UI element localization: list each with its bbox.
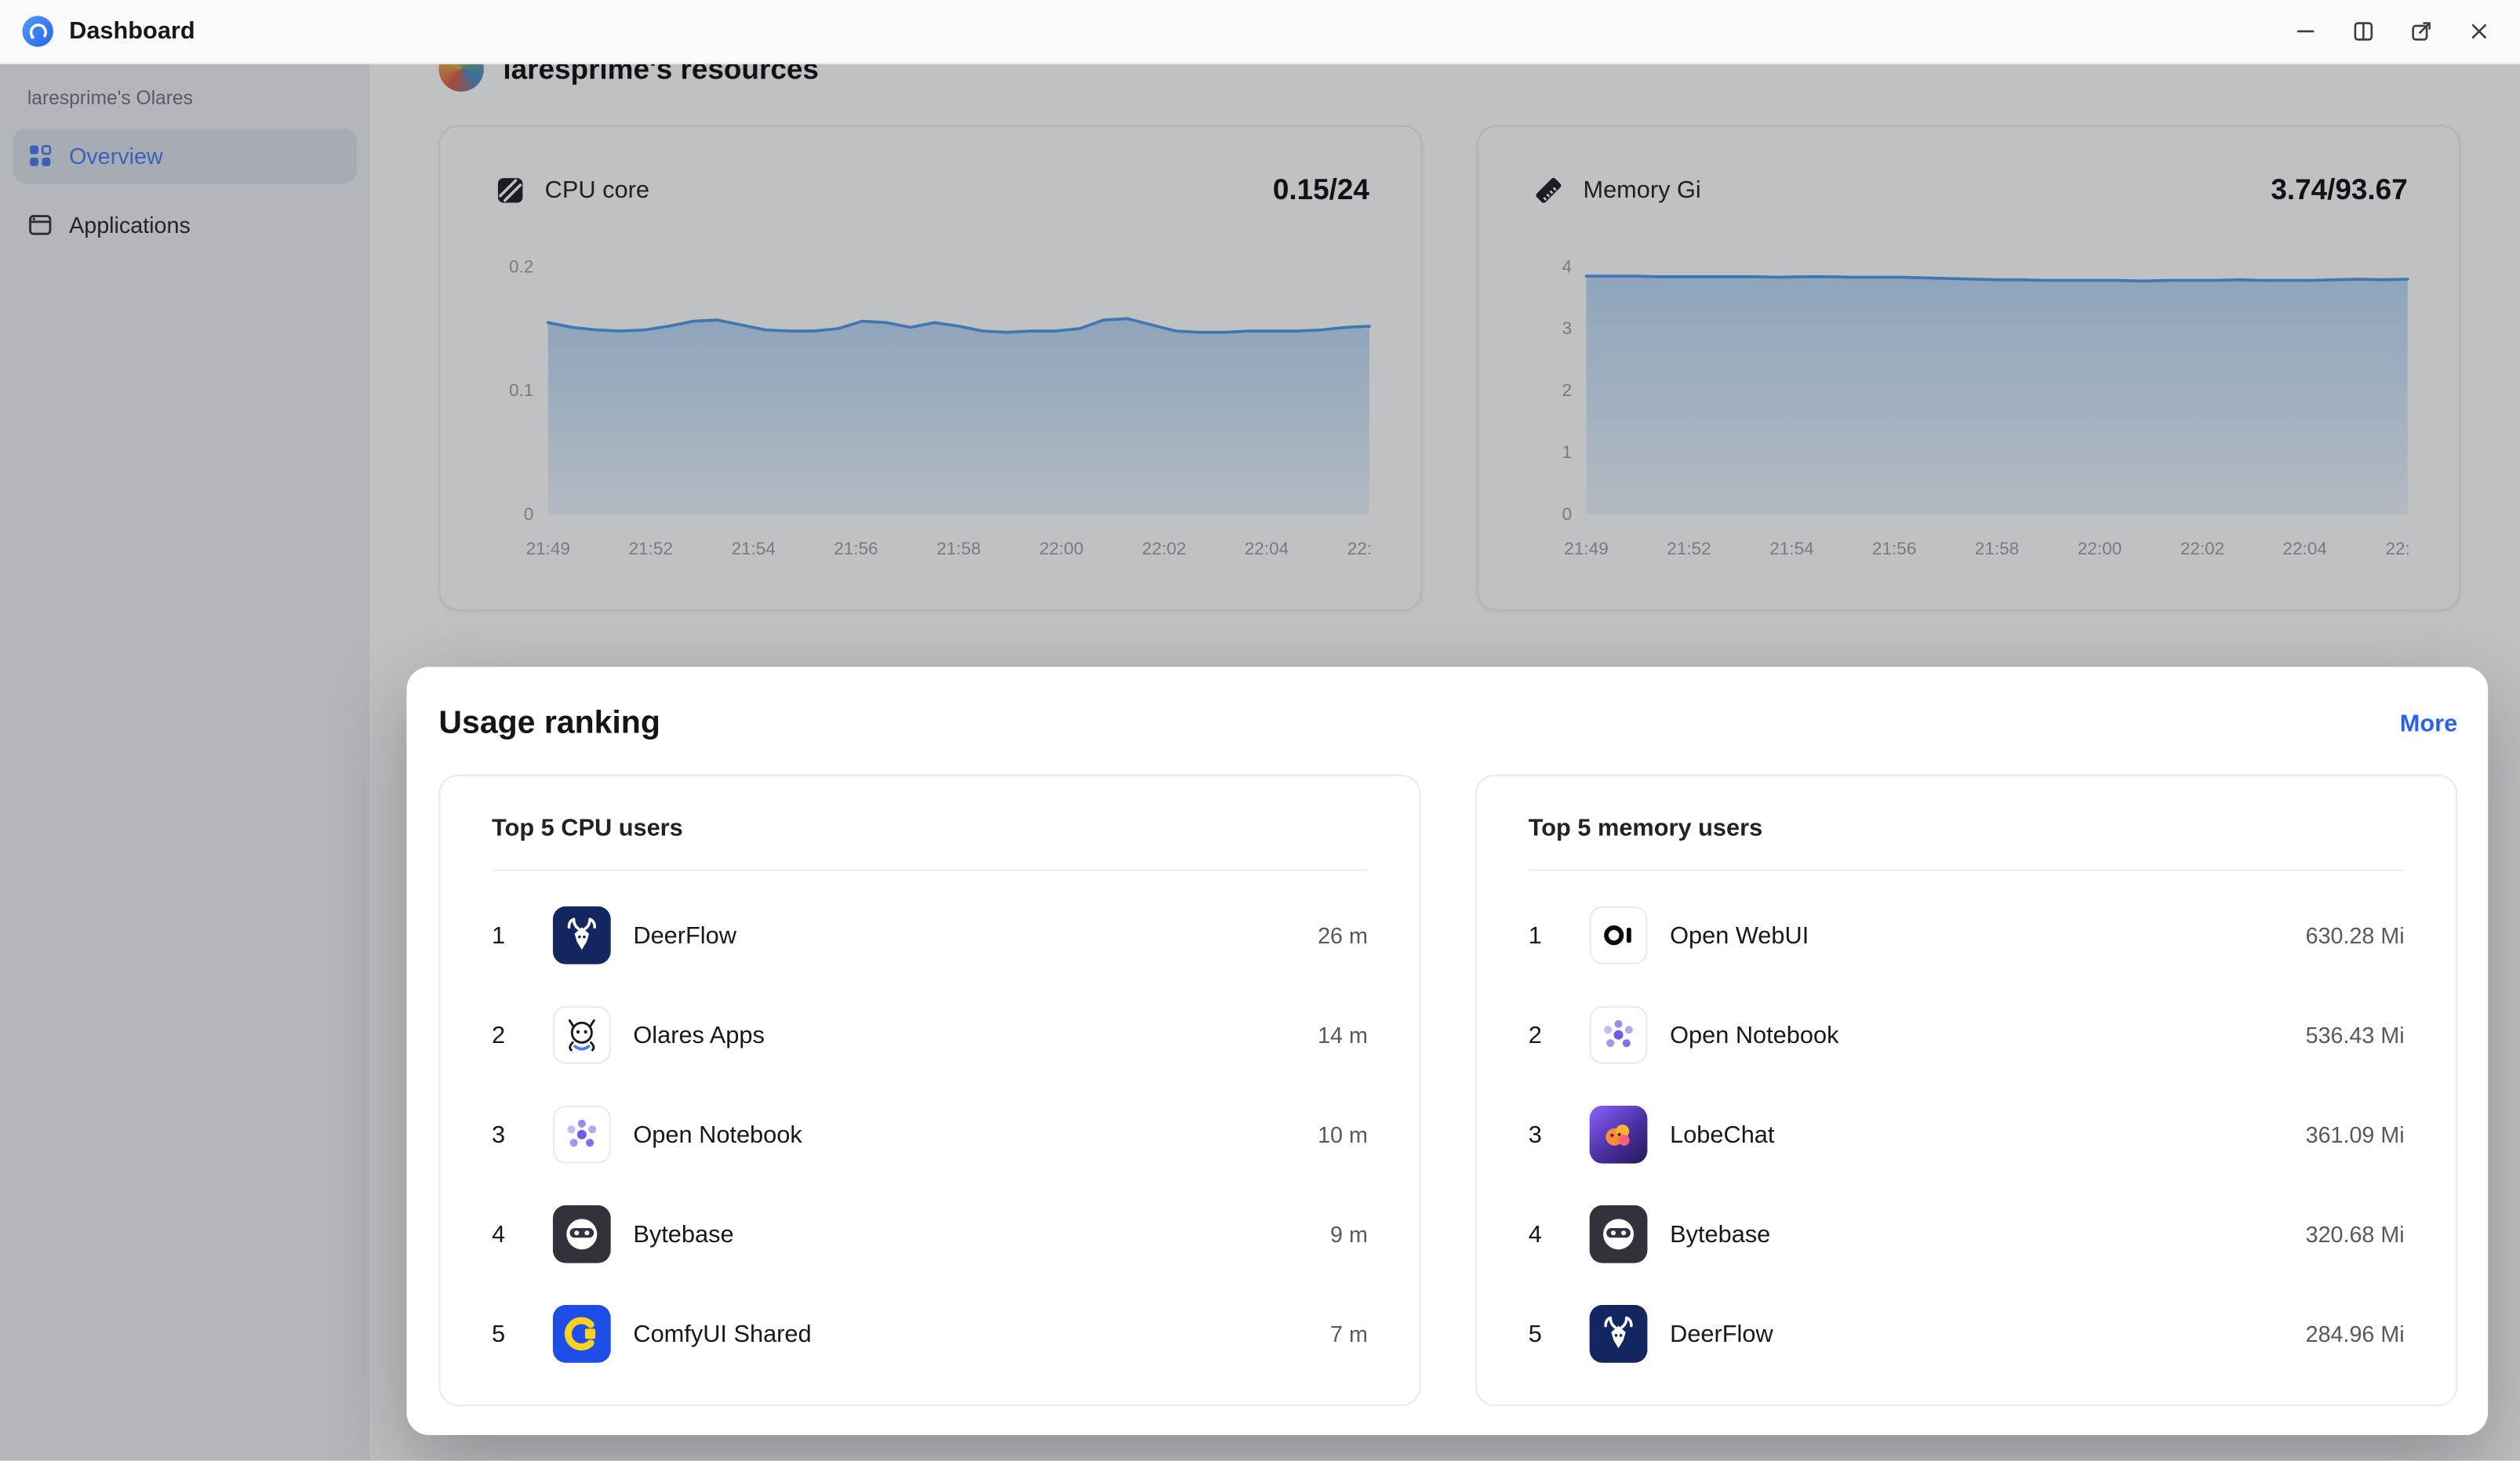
top-cpu-users-panel: Top 5 CPU users 1: [438, 775, 1420, 1406]
rank-number: 4: [1529, 1220, 1561, 1248]
app-window: Dashboard laresprime's Olares: [0, 0, 2520, 1461]
app-name: LobeChat: [1670, 1121, 2305, 1148]
usage-value: 630.28 Mi: [2306, 922, 2405, 948]
close-button[interactable]: [2459, 12, 2497, 50]
usage-value: 7 m: [1330, 1321, 1368, 1347]
usage-value: 9 m: [1330, 1221, 1368, 1247]
usage-value: 536.43 Mi: [2306, 1022, 2405, 1048]
rank-number: 2: [492, 1021, 524, 1049]
ranking-row: 4 Bytebase 9 m: [492, 1184, 1368, 1284]
ranking-row: 1 DeerFlow: [492, 885, 1368, 985]
ranking-row: 2 Open N: [1529, 985, 2405, 1085]
ranking-row: 5 ComfyUI Shared 7 m: [492, 1284, 1368, 1383]
app-name: Open Notebook: [1670, 1021, 2305, 1049]
usage-ranking-modal: Usage ranking More Top 5 CPU users 1: [406, 667, 2488, 1435]
open-webui-app-icon: [1590, 907, 1648, 965]
bytebase-app-icon: [1590, 1205, 1648, 1263]
top-memory-users-panel: Top 5 memory users 1 Open WebUI: [1475, 775, 2457, 1406]
usage-value: 361.09 Mi: [2306, 1121, 2405, 1147]
open-in-new-window-button[interactable]: [2402, 12, 2440, 50]
usage-value: 14 m: [1318, 1022, 1368, 1048]
rank-number: 2: [1529, 1021, 1561, 1049]
maximize-button[interactable]: [2344, 12, 2382, 50]
ranking-row: 5 DeerFlow: [1529, 1284, 2405, 1383]
divider: [1529, 870, 2405, 871]
rank-number: 1: [492, 921, 524, 949]
more-link[interactable]: More: [2400, 710, 2457, 737]
panel-title: Top 5 CPU users: [492, 815, 1368, 842]
comfyui-app-icon: [553, 1305, 611, 1363]
divider: [492, 870, 1368, 871]
app-name: Open Notebook: [633, 1121, 1318, 1148]
ranking-row: 2: [492, 985, 1368, 1085]
panel-title: Top 5 memory users: [1529, 815, 2405, 842]
ranking-row: 1 Open WebUI 630.28 Mi: [1529, 885, 2405, 985]
app-name: Bytebase: [633, 1220, 1330, 1248]
deerflow-app-icon: [1590, 1305, 1648, 1363]
titlebar: Dashboard: [0, 0, 2520, 64]
bytebase-app-icon: [553, 1205, 611, 1263]
modal-title: Usage ranking: [438, 705, 660, 742]
app-name: Open WebUI: [1670, 921, 2305, 949]
olares-apps-app-icon: [553, 1006, 611, 1064]
usage-value: 320.68 Mi: [2306, 1221, 2405, 1247]
open-in-new-icon: [2407, 18, 2435, 45]
rank-number: 4: [492, 1220, 524, 1248]
maximize-icon: [2349, 18, 2376, 45]
window-title: Dashboard: [69, 18, 195, 45]
window-controls: [2285, 12, 2497, 50]
rank-number: 5: [1529, 1320, 1561, 1347]
close-icon: [2464, 18, 2492, 45]
deerflow-app-icon: [553, 907, 611, 965]
app-name: Olares Apps: [633, 1021, 1318, 1049]
olares-logo-icon: [21, 14, 55, 48]
rank-number: 3: [492, 1121, 524, 1148]
open-notebook-app-icon: [553, 1106, 611, 1164]
usage-value: 10 m: [1318, 1121, 1368, 1147]
app-name: DeerFlow: [633, 921, 1318, 949]
app-name: Bytebase: [1670, 1220, 2305, 1248]
rank-number: 3: [1529, 1121, 1561, 1148]
ranking-row: 3 LobeChat 361.09 Mi: [1529, 1085, 2405, 1184]
app-name: ComfyUI Shared: [633, 1320, 1330, 1347]
usage-value: 284.96 Mi: [2306, 1321, 2405, 1347]
ranking-row: 3 Open N: [492, 1085, 1368, 1184]
rank-number: 1: [1529, 921, 1561, 949]
ranking-row: 4 Bytebase 320.68 Mi: [1529, 1184, 2405, 1284]
app-name: DeerFlow: [1670, 1320, 2305, 1347]
lobechat-app-icon: [1590, 1106, 1648, 1164]
open-notebook-app-icon: [1590, 1006, 1648, 1064]
minimize-button[interactable]: [2285, 12, 2324, 50]
usage-value: 26 m: [1318, 922, 1368, 948]
minimize-icon: [2291, 18, 2318, 45]
rank-number: 5: [492, 1320, 524, 1347]
